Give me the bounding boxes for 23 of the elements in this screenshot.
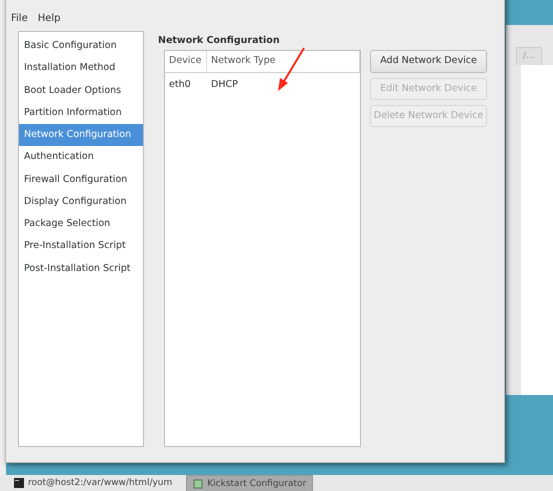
- menu-item[interactable]: Help: [38, 11, 61, 31]
- sidebar-item[interactable]: Installation Method: [19, 57, 143, 80]
- taskbar-button[interactable]: Kickstart Configurator: [186, 475, 314, 491]
- sidebar-item[interactable]: Boot Loader Options: [19, 80, 143, 102]
- sidebar-item[interactable]: Partition Information: [19, 102, 143, 124]
- action-button[interactable]: Add Network Device: [370, 50, 487, 72]
- window-icon: [193, 479, 204, 489]
- sidebar-item[interactable]: Package Selection: [19, 213, 143, 236]
- sidebar-item[interactable]: Pre-Installation Script: [19, 235, 143, 258]
- arrow-drawing: [278, 47, 305, 91]
- taskbar-button[interactable]: root@host2:/var/www/html/yum: [8, 475, 178, 491]
- section-title: Network Configuration: [158, 34, 281, 48]
- sidebar-item[interactable]: Authentication: [19, 146, 143, 168]
- column-header[interactable]: Network Type: [207, 51, 360, 72]
- terminal-icon: [14, 478, 24, 488]
- column-header[interactable]: Device: [165, 51, 207, 72]
- sidebar-item[interactable]: Firewall Configuration: [19, 168, 143, 191]
- sidebar-item[interactable]: Post-Installation Script: [19, 258, 143, 280]
- table-cell-text: eth0: [168, 78, 192, 92]
- sidebar-item[interactable]: Display Configuration: [19, 190, 143, 213]
- sidebar-item[interactable]: Basic Configuration: [19, 35, 143, 58]
- menu-item[interactable]: File: [11, 11, 28, 31]
- table-cell-text: DHCP: [210, 78, 239, 92]
